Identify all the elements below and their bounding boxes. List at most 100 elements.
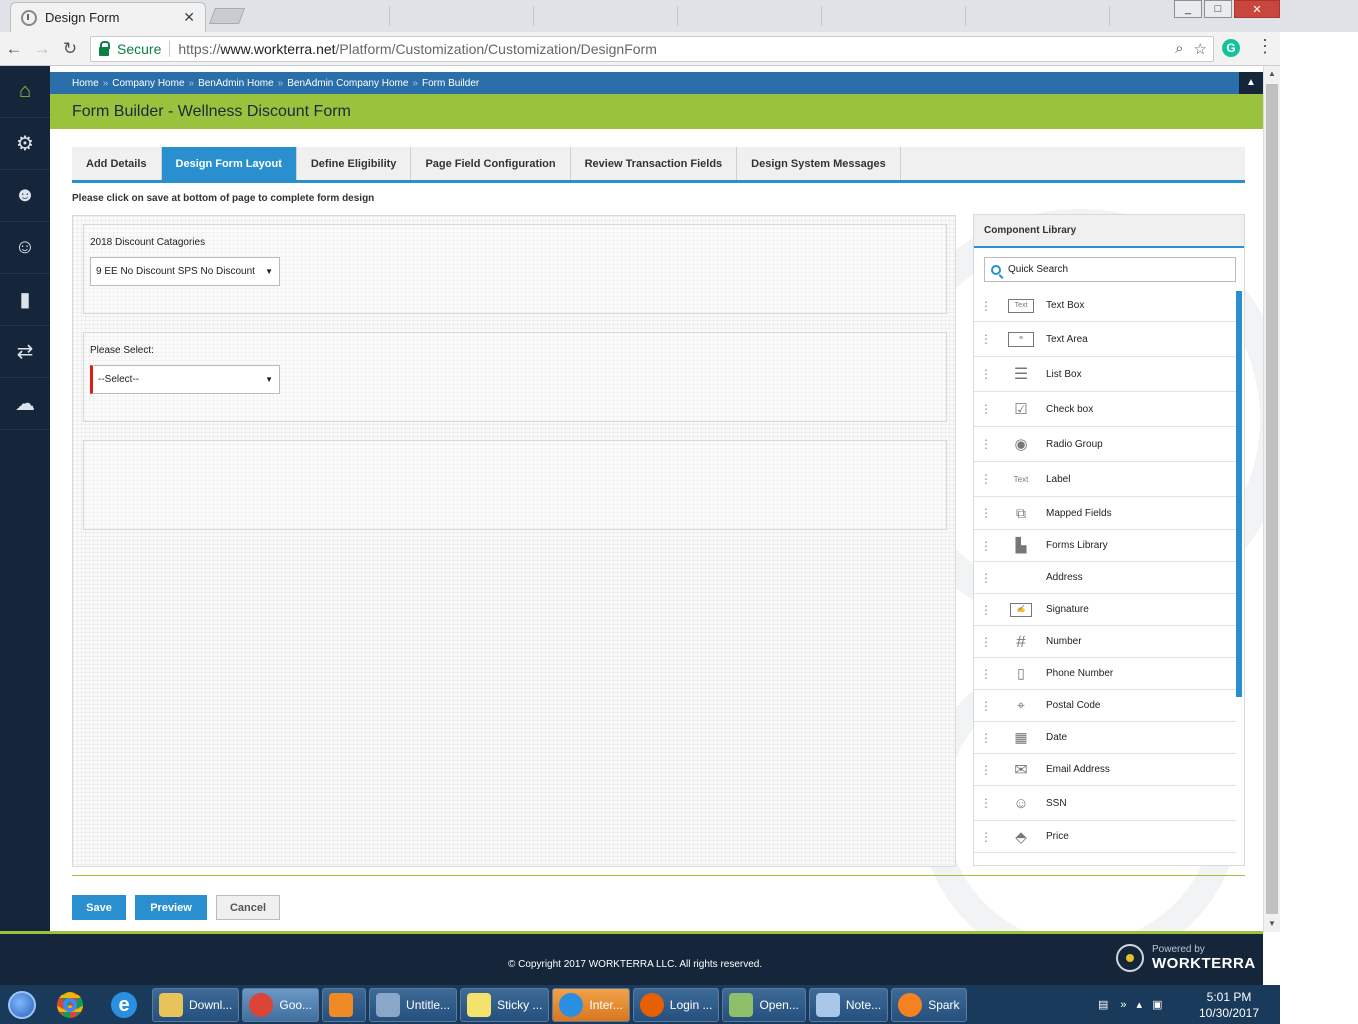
component-number[interactable]: ⋮ # Number <box>974 626 1236 658</box>
save-button[interactable]: Save <box>72 895 126 920</box>
drag-handle-icon[interactable]: ⋮ <box>974 667 996 681</box>
close-window-button[interactable]: ✕ <box>1234 0 1280 18</box>
breadcrumb-form-builder[interactable]: Form Builder <box>422 78 479 89</box>
component-phone-number[interactable]: ⋮ ▯ Phone Number <box>974 658 1236 690</box>
tab-close-icon[interactable]: ✕ <box>183 9 195 26</box>
browser-tab[interactable]: Design Form ✕ <box>10 2 206 32</box>
nav-user[interactable]: ☺ <box>0 222 50 274</box>
grammarly-extension-icon[interactable]: G <box>1222 39 1240 57</box>
taskbar-item-paint[interactable]: Untitle... <box>369 987 458 1022</box>
preview-button[interactable]: Preview <box>135 895 207 920</box>
collapse-header-button[interactable]: ▲ <box>1239 72 1263 94</box>
page-scrollbar[interactable]: ▲ ▼ <box>1263 66 1280 932</box>
drag-handle-icon[interactable]: ⋮ <box>974 635 996 649</box>
new-tab-button[interactable] <box>209 8 245 24</box>
form-drop-zone[interactable]: 2018 Discount Catagories 9 EE No Discoun… <box>83 224 947 314</box>
taskbar-item-notepad[interactable]: Note... <box>808 987 889 1022</box>
scroll-down-icon[interactable]: ▼ <box>1264 916 1280 932</box>
drag-handle-icon[interactable]: ⋮ <box>974 763 996 777</box>
breadcrumb-benadmin-home[interactable]: BenAdmin Home <box>198 78 274 89</box>
discount-categories-select[interactable]: 9 EE No Discount SPS No Discount ▼ <box>90 257 280 286</box>
component-text-box[interactable]: ⋮ Text Text Box <box>974 290 1236 322</box>
component-date[interactable]: ⋮ ▦ Date <box>974 722 1236 754</box>
component-label[interactable]: ⋮ Text Label <box>974 462 1236 497</box>
component-list-scrollbar[interactable] <box>1236 291 1242 697</box>
drag-handle-icon[interactable]: ⋮ <box>974 437 996 451</box>
drag-handle-icon[interactable]: ⋮ <box>974 402 996 416</box>
drag-handle-icon[interactable]: ⋮ <box>974 367 996 381</box>
component-ssn[interactable]: ⋮ ☺ SSN <box>974 786 1236 821</box>
tab-page-field-configuration[interactable]: Page Field Configuration <box>411 147 571 180</box>
tab-define-eligibility[interactable]: Define Eligibility <box>297 147 412 180</box>
tab-design-form-layout[interactable]: Design Form Layout <box>161 147 297 180</box>
component-forms-library[interactable]: ⋮ ▙ Forms Library <box>974 530 1236 562</box>
form-design-canvas[interactable]: 2018 Discount Catagories 9 EE No Discoun… <box>72 215 956 867</box>
tab-add-details[interactable]: Add Details <box>72 147 162 180</box>
taskbar-item-firefox[interactable]: Login ... <box>632 987 720 1022</box>
taskbar-clock[interactable]: 5:01 PM 10/30/2017 <box>1196 989 1262 1021</box>
please-select-dropdown[interactable]: --Select-- ▼ <box>90 365 280 394</box>
form-drop-zone[interactable]: Please Select: --Select-- ▼ <box>83 332 947 422</box>
quick-search-input[interactable]: Quick Search <box>984 257 1236 282</box>
breadcrumb-company-home[interactable]: Company Home <box>112 78 184 89</box>
scrollbar-thumb[interactable] <box>1266 84 1278 914</box>
drag-handle-icon[interactable]: ⋮ <box>974 699 996 713</box>
back-icon[interactable]: ← <box>0 39 28 59</box>
component-signature[interactable]: ⋮ ✍ Signature <box>974 594 1236 626</box>
reload-icon[interactable]: ↻ <box>56 39 84 59</box>
network-icon[interactable]: ▣ <box>1152 998 1162 1011</box>
bookmark-star-icon[interactable]: ☆ <box>1194 40 1207 58</box>
drag-handle-icon[interactable]: ⋮ <box>974 603 996 617</box>
pinned-ie[interactable]: e <box>98 988 150 1022</box>
drag-handle-icon[interactable]: ⋮ <box>974 796 996 810</box>
scroll-up-icon[interactable]: ▲ <box>1264 66 1280 82</box>
url-text[interactable]: https://www.workterra.net/Platform/Custo… <box>178 41 657 57</box>
nav-user-settings[interactable]: ☻ <box>0 170 50 222</box>
taskbar-item-chrome[interactable]: Goo... <box>242 987 320 1022</box>
minimize-button[interactable]: _ <box>1174 0 1202 18</box>
maximize-button[interactable]: □ <box>1204 0 1232 18</box>
drag-handle-icon[interactable]: ⋮ <box>974 571 996 585</box>
tray-flag-icon[interactable]: ▴ <box>1137 998 1143 1011</box>
start-button[interactable] <box>0 987 44 1023</box>
tab-design-system-messages[interactable]: Design System Messages <box>737 147 901 180</box>
component-email-address[interactable]: ⋮ ✉ Email Address <box>974 754 1236 786</box>
taskbar-item-media[interactable] <box>322 987 367 1022</box>
form-drop-zone-empty[interactable] <box>83 440 947 530</box>
drag-handle-icon[interactable]: ⋮ <box>974 299 996 313</box>
tray-folder-icon[interactable]: ▤ <box>1098 998 1108 1011</box>
taskbar-item-sticky-notes[interactable]: Sticky ... <box>460 987 550 1022</box>
component-radio-group[interactable]: ⋮ ◉ Radio Group <box>974 427 1236 462</box>
drag-handle-icon[interactable]: ⋮ <box>974 332 996 346</box>
component-mapped-fields[interactable]: ⋮ ⧉ Mapped Fields <box>974 497 1236 530</box>
nav-home[interactable]: ⌂ <box>0 66 50 118</box>
component-check-box[interactable]: ⋮ ☑ Check box <box>974 392 1236 427</box>
breadcrumb-benadmin-company-home[interactable]: BenAdmin Company Home <box>287 78 408 89</box>
nav-chat[interactable]: ☁ <box>0 378 50 430</box>
address-bar[interactable]: Secure https://www.workterra.net/Platfor… <box>90 36 1214 62</box>
zoom-icon[interactable]: ⌕ <box>1175 40 1183 58</box>
component-list-box[interactable]: ⋮ ☰ List Box <box>974 357 1236 392</box>
taskbar-item-ie[interactable]: Inter... <box>552 987 630 1022</box>
taskbar-item-downloads[interactable]: Downl... <box>152 987 240 1022</box>
breadcrumb-home[interactable]: Home <box>72 78 99 89</box>
drag-handle-icon[interactable]: ⋮ <box>974 506 996 520</box>
taskbar-item-spark[interactable]: Spark <box>891 987 967 1022</box>
forward-icon[interactable]: → <box>28 39 56 59</box>
drag-handle-icon[interactable]: ⋮ <box>974 830 996 844</box>
pinned-chrome[interactable] <box>44 988 96 1022</box>
component-postal-code[interactable]: ⋮ ⌖ Postal Code <box>974 690 1236 722</box>
drag-handle-icon[interactable]: ⋮ <box>974 731 996 745</box>
component-address[interactable]: ⋮ Address <box>974 562 1236 594</box>
drag-handle-icon[interactable]: ⋮ <box>974 472 996 486</box>
component-text-area[interactable]: ⋮ ≡ Text Area <box>974 322 1236 357</box>
component-price[interactable]: ⋮ ⬘ Price <box>974 821 1236 853</box>
nav-transfer[interactable]: ⇄ <box>0 326 50 378</box>
taskbar-item-calculator[interactable]: Open... <box>722 987 806 1022</box>
browser-menu-icon[interactable]: ⋮ <box>1256 36 1274 57</box>
nav-settings[interactable]: ⚙ <box>0 118 50 170</box>
tray-expand-icon[interactable]: » <box>1120 999 1126 1011</box>
drag-handle-icon[interactable]: ⋮ <box>974 539 996 553</box>
cancel-button[interactable]: Cancel <box>216 895 280 920</box>
nav-reports[interactable]: ▮ <box>0 274 50 326</box>
